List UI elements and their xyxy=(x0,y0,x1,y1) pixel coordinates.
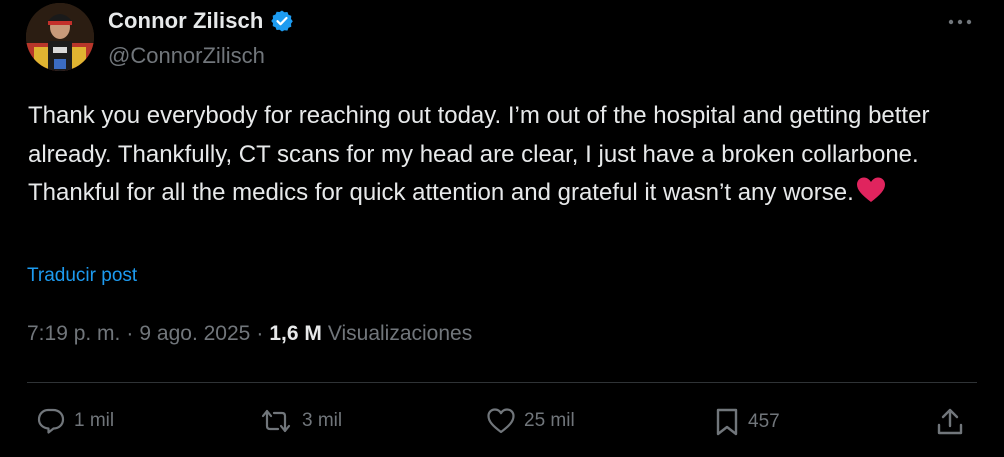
meta-separator: · xyxy=(126,322,134,345)
tweet-card: Connor Zilisch @ConnorZilisch Thank you … xyxy=(0,0,1004,457)
meta-separator: · xyxy=(256,322,264,345)
post-date[interactable]: 9 ago. 2025 xyxy=(139,322,250,346)
reply-count: 1 mil xyxy=(74,410,115,431)
repost-icon xyxy=(261,409,291,433)
post-time[interactable]: 7:19 p. m. xyxy=(27,322,120,346)
bookmark-count: 457 xyxy=(748,411,780,432)
post-text: Thank you everybody for reaching out tod… xyxy=(28,97,978,213)
repost-count: 3 mil xyxy=(302,410,343,431)
share-button[interactable] xyxy=(934,407,966,437)
like-count: 25 mil xyxy=(524,410,575,431)
more-options-icon[interactable] xyxy=(944,10,976,34)
avatar-image xyxy=(26,3,94,71)
divider xyxy=(27,382,977,383)
share-icon xyxy=(937,408,963,435)
post-meta: 7:19 p. m. · 9 ago. 2025 · 1,6 M Visuali… xyxy=(27,322,472,346)
red-heart-emoji xyxy=(856,176,886,204)
verified-badge-icon xyxy=(270,9,294,33)
reply-icon xyxy=(37,408,65,434)
display-name[interactable]: Connor Zilisch xyxy=(108,8,263,34)
bookmark-icon xyxy=(716,408,738,436)
name-row: Connor Zilisch xyxy=(108,8,294,34)
handle[interactable]: @ConnorZilisch xyxy=(108,43,265,69)
like-icon xyxy=(487,408,515,434)
post-text-content: Thank you everybody for reaching out tod… xyxy=(28,102,930,206)
avatar[interactable] xyxy=(26,3,94,71)
like-button[interactable]: 25 mil xyxy=(486,407,575,435)
views-count: 1,6 M xyxy=(269,322,322,345)
bookmark-button[interactable]: 457 xyxy=(714,407,780,437)
reply-button[interactable]: 1 mil xyxy=(36,407,114,435)
repost-button[interactable]: 3 mil xyxy=(258,407,342,435)
views-label: Visualizaciones xyxy=(327,322,473,345)
translate-post-link[interactable]: Traducir post xyxy=(27,265,137,287)
